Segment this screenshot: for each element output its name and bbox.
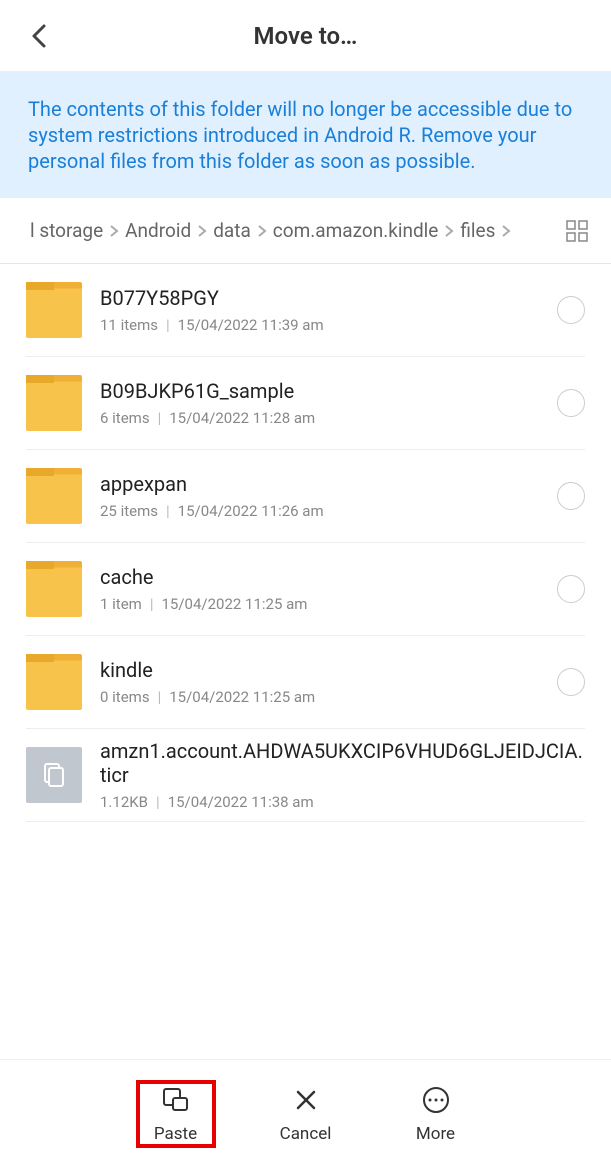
breadcrumb-item[interactable]: l storage: [30, 219, 103, 242]
item-meta: 25 items | 15/04/2022 11:26 am: [100, 502, 545, 520]
folder-icon: [26, 468, 82, 524]
breadcrumb: l storage Android data com.amazon.kindle…: [0, 198, 611, 264]
item-name: amzn1.account.AHDWA5UKXCIP6VHUD6GLJEIDJC…: [100, 739, 585, 787]
action-label: More: [416, 1124, 455, 1144]
chevron-right-icon: [109, 224, 119, 238]
paste-button[interactable]: Paste: [136, 1080, 216, 1148]
item-meta: 0 items | 15/04/2022 11:25 am: [100, 688, 545, 706]
select-radio[interactable]: [557, 575, 585, 603]
item-text: kindle 0 items | 15/04/2022 11:25 am: [100, 658, 545, 706]
paste-icon: [160, 1084, 192, 1116]
file-list: B077Y58PGY 11 items | 15/04/2022 11:39 a…: [0, 264, 611, 822]
list-item[interactable]: cache 1 item | 15/04/2022 11:25 am: [26, 543, 585, 636]
item-text: amzn1.account.AHDWA5UKXCIP6VHUD6GLJEIDJC…: [100, 739, 585, 811]
list-item[interactable]: appexpan 25 items | 15/04/2022 11:26 am: [26, 450, 585, 543]
chevron-right-icon: [444, 224, 454, 238]
item-count: 11 items: [100, 316, 158, 334]
grid-view-toggle[interactable]: [563, 220, 591, 242]
item-name: B077Y58PGY: [100, 286, 545, 310]
grid-icon: [566, 220, 588, 242]
item-size: 1.12KB: [100, 793, 148, 811]
breadcrumb-list: l storage Android data com.amazon.kindle…: [30, 219, 551, 242]
meta-separator: |: [166, 502, 170, 520]
back-button[interactable]: [24, 21, 54, 51]
chevron-right-icon: [257, 224, 267, 238]
item-name: appexpan: [100, 472, 545, 496]
item-name: B09BJKP61G_sample: [100, 379, 545, 403]
action-label: Cancel: [280, 1124, 332, 1144]
folder-icon: [26, 282, 82, 338]
item-count: 6 items: [100, 409, 150, 427]
list-item[interactable]: B09BJKP61G_sample 6 items | 15/04/2022 1…: [26, 357, 585, 450]
warning-notice: The contents of this folder will no long…: [0, 72, 611, 198]
breadcrumb-item[interactable]: files: [460, 219, 495, 242]
item-date: 15/04/2022 11:28 am: [169, 409, 315, 427]
more-icon: [420, 1084, 452, 1116]
bottom-action-bar: Paste Cancel More: [0, 1059, 611, 1167]
item-name: cache: [100, 565, 545, 589]
item-meta: 6 items | 15/04/2022 11:28 am: [100, 409, 545, 427]
action-label: Paste: [154, 1124, 197, 1144]
select-radio[interactable]: [557, 482, 585, 510]
cancel-button[interactable]: Cancel: [266, 1084, 346, 1144]
item-date: 15/04/2022 11:39 am: [178, 316, 324, 334]
chevron-right-icon: [197, 224, 207, 238]
select-radio[interactable]: [557, 296, 585, 324]
meta-separator: |: [166, 316, 170, 334]
list-item[interactable]: kindle 0 items | 15/04/2022 11:25 am: [26, 636, 585, 729]
item-meta: 11 items | 15/04/2022 11:39 am: [100, 316, 545, 334]
item-date: 15/04/2022 11:26 am: [178, 502, 324, 520]
item-name: kindle: [100, 658, 545, 682]
breadcrumb-item[interactable]: com.amazon.kindle: [273, 219, 439, 242]
list-item[interactable]: B077Y58PGY 11 items | 15/04/2022 11:39 a…: [26, 264, 585, 357]
item-text: cache 1 item | 15/04/2022 11:25 am: [100, 565, 545, 613]
item-meta: 1.12KB | 15/04/2022 11:38 am: [100, 793, 585, 811]
folder-icon: [26, 654, 82, 710]
item-date: 15/04/2022 11:38 am: [168, 793, 314, 811]
header: Move to…: [0, 0, 611, 72]
item-text: B09BJKP61G_sample 6 items | 15/04/2022 1…: [100, 379, 545, 427]
breadcrumb-item[interactable]: Android: [125, 219, 191, 242]
item-date: 15/04/2022 11:25 am: [169, 688, 315, 706]
item-count: 0 items: [100, 688, 150, 706]
meta-separator: |: [158, 688, 162, 706]
meta-separator: |: [158, 409, 162, 427]
more-button[interactable]: More: [396, 1084, 476, 1144]
list-item[interactable]: amzn1.account.AHDWA5UKXCIP6VHUD6GLJEIDJC…: [26, 729, 585, 822]
folder-icon: [26, 561, 82, 617]
meta-separator: |: [150, 595, 154, 613]
chevron-right-icon: [501, 224, 511, 238]
breadcrumb-item[interactable]: data: [213, 219, 251, 242]
select-radio[interactable]: [557, 389, 585, 417]
item-meta: 1 item | 15/04/2022 11:25 am: [100, 595, 545, 613]
item-text: B077Y58PGY 11 items | 15/04/2022 11:39 a…: [100, 286, 545, 334]
item-count: 1 item: [100, 595, 142, 613]
meta-separator: |: [156, 793, 160, 811]
document-icon: [26, 747, 82, 803]
item-count: 25 items: [100, 502, 158, 520]
item-text: appexpan 25 items | 15/04/2022 11:26 am: [100, 472, 545, 520]
chevron-left-icon: [29, 22, 49, 50]
select-radio[interactable]: [557, 668, 585, 696]
item-date: 15/04/2022 11:25 am: [162, 595, 308, 613]
folder-icon: [26, 375, 82, 431]
page-title: Move to…: [0, 22, 611, 50]
close-icon: [290, 1084, 322, 1116]
